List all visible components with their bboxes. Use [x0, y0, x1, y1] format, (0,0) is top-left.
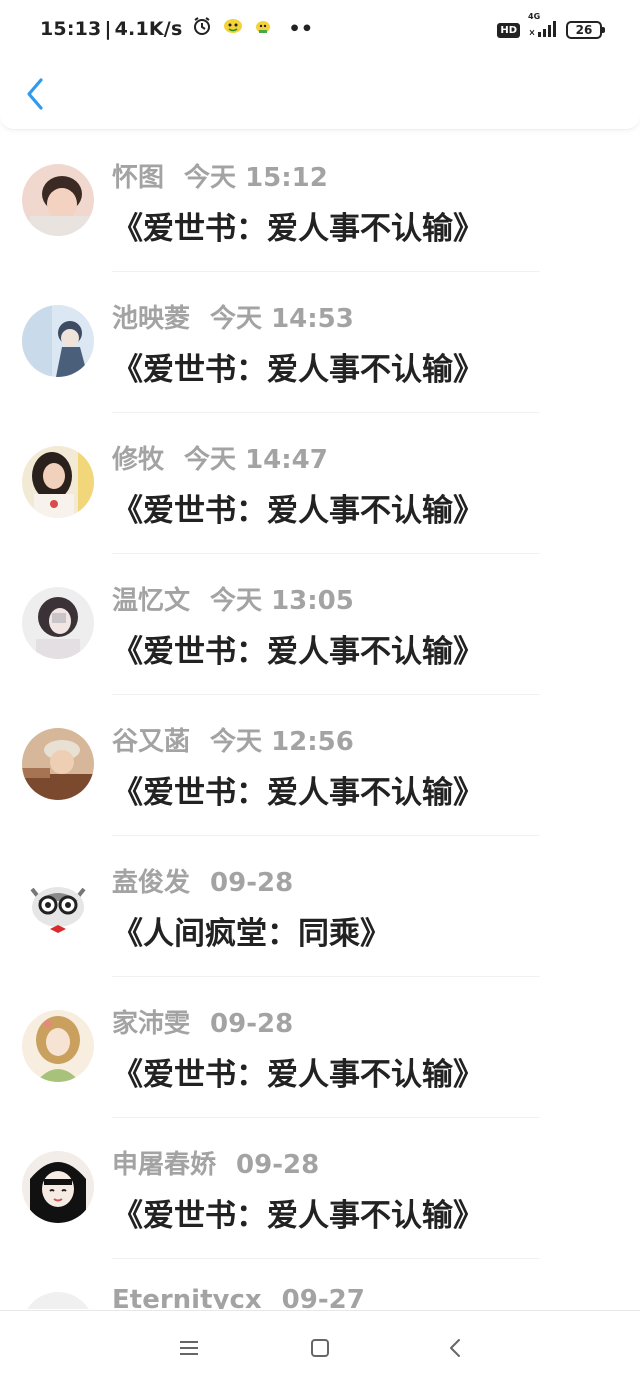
user-name: 谷又菡	[112, 727, 191, 757]
entry-meta: 申屠春娇 09-28	[112, 1144, 319, 1181]
recent-apps-button[interactable]	[174, 1335, 204, 1365]
status-right: HD 4G 26	[497, 12, 605, 42]
entry-meta: 修牧 今天 14:47	[112, 439, 328, 476]
entry-time: 今天 14:47	[184, 445, 328, 475]
home-button[interactable]	[305, 1335, 335, 1365]
avatar[interactable]	[22, 164, 94, 236]
user-name: 池映菱	[112, 304, 191, 334]
entry-meta: 池映菱 今天 14:53	[112, 298, 354, 335]
entry-meta: 温忆文 今天 13:05	[112, 580, 354, 617]
entry-title: 《爱世书：爱人事不认输》	[112, 1198, 484, 1234]
status-time: 15:13	[40, 17, 102, 40]
avatar[interactable]	[22, 446, 94, 518]
entry-time: 09-28	[236, 1150, 320, 1180]
entry-title: 《爱世书：爱人事不认输》	[112, 352, 484, 388]
more-notifications-icon: ••	[288, 17, 314, 40]
entry-meta: 谷又菡 今天 12:56	[112, 721, 354, 758]
mascot-small-icon	[254, 18, 272, 40]
signal-icon: 4G	[528, 12, 558, 42]
user-name: 申屠春娇	[112, 1150, 217, 1180]
avatar[interactable]	[22, 869, 94, 941]
list-item[interactable]: 修牧 今天 14:47 《爱世书：爱人事不认输》	[0, 413, 640, 554]
list-item[interactable]: 申屠春娇 09-28 《爱世书：爱人事不认输》	[0, 1118, 640, 1259]
avatar[interactable]	[22, 587, 94, 659]
entry-meta: Eternitycx 09-27	[112, 1285, 365, 1309]
entry-time: 今天 14:53	[210, 304, 354, 334]
user-name: 家沛雯	[112, 1009, 191, 1039]
entry-title: 《爱世书：爱人事不认输》	[112, 493, 484, 529]
list-item[interactable]: 怀图 今天 15:12 《爱世书：爱人事不认输》	[0, 131, 640, 272]
home-square-icon	[309, 1337, 331, 1363]
mascot-icon	[222, 17, 244, 40]
entry-title: 《人间疯堂：同乘》	[112, 916, 391, 952]
avatar[interactable]	[22, 305, 94, 377]
avatar[interactable]	[22, 1010, 94, 1082]
user-name: Eternitycx	[112, 1285, 262, 1309]
list-item[interactable]: Eternitycx 09-27	[0, 1259, 640, 1309]
user-name: 盍俊发	[112, 868, 191, 898]
user-name: 温忆文	[112, 586, 191, 616]
status-bar: 15:13 | 4.1K/s •• HD 4G 26	[0, 0, 640, 58]
system-back-button[interactable]	[440, 1335, 470, 1365]
top-header	[0, 58, 640, 130]
status-separator: |	[104, 17, 112, 40]
menu-icon	[178, 1339, 200, 1361]
entry-time: 今天 15:12	[184, 163, 328, 193]
user-name: 修牧	[112, 445, 165, 475]
user-name: 怀图	[112, 163, 165, 193]
list-item[interactable]: 家沛雯 09-28 《爱世书：爱人事不认输》	[0, 977, 640, 1118]
avatar[interactable]	[22, 1292, 94, 1309]
avatar[interactable]	[22, 728, 94, 800]
avatar[interactable]	[22, 1151, 94, 1223]
entry-time: 09-27	[281, 1285, 365, 1309]
entry-meta: 家沛雯 09-28	[112, 1003, 293, 1040]
triangle-back-icon	[447, 1337, 463, 1363]
back-button[interactable]	[18, 76, 52, 116]
entry-time: 09-28	[210, 868, 294, 898]
entry-title: 《爱世书：爱人事不认输》	[112, 211, 484, 247]
entry-time: 今天 13:05	[210, 586, 354, 616]
entry-meta: 怀图 今天 15:12	[112, 157, 328, 194]
battery-indicator: 26	[566, 21, 605, 39]
list-item[interactable]: 盍俊发 09-28 《人间疯堂：同乘》	[0, 836, 640, 977]
hd-badge: HD	[497, 22, 520, 38]
list-item[interactable]: 池映菱 今天 14:53 《爱世书：爱人事不认输》	[0, 272, 640, 413]
network-type-label: 4G	[528, 12, 541, 21]
entry-time: 今天 12:56	[210, 727, 354, 757]
status-left: 15:13 | 4.1K/s ••	[40, 16, 313, 41]
list-item[interactable]: 温忆文 今天 13:05 《爱世书：爱人事不认输》	[0, 554, 640, 695]
system-nav-bar	[0, 1310, 640, 1387]
entry-title: 《爱世书：爱人事不认输》	[112, 775, 484, 811]
chevron-left-icon	[25, 77, 45, 115]
network-speed: 4.1K/s	[114, 17, 183, 40]
list-item[interactable]: 谷又菡 今天 12:56 《爱世书：爱人事不认输》	[0, 695, 640, 836]
entry-title: 《爱世书：爱人事不认输》	[112, 1057, 484, 1093]
entry-title: 《爱世书：爱人事不认输》	[112, 634, 484, 670]
record-list: 怀图 今天 15:12 《爱世书：爱人事不认输》 池映菱 今天 14:53 《爱世书…	[0, 131, 640, 1309]
entry-time: 09-28	[210, 1009, 294, 1039]
alarm-icon	[192, 16, 212, 41]
entry-meta: 盍俊发 09-28	[112, 862, 293, 899]
